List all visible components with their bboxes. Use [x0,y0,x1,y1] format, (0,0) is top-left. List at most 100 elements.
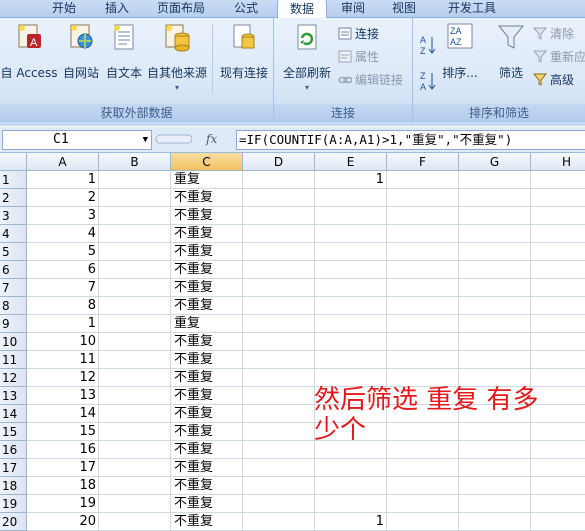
cell-g[interactable] [459,351,531,369]
existing-connections-button[interactable]: 现有连接 [216,22,272,96]
cell-b[interactable] [99,405,171,423]
cell-c[interactable]: 不重复 [171,423,243,441]
cell-g[interactable] [459,225,531,243]
cell-e[interactable]: 1 [315,513,387,531]
cell-c[interactable]: 不重复 [171,495,243,513]
cell-h[interactable] [531,513,585,531]
row-header[interactable]: 2 [0,189,27,207]
tab-review[interactable]: 审阅 [332,0,374,17]
cell-c[interactable]: 不重复 [171,225,243,243]
cell-b[interactable] [99,261,171,279]
cell-c[interactable]: 不重复 [171,189,243,207]
cell-b[interactable] [99,189,171,207]
cell-c[interactable]: 不重复 [171,387,243,405]
row-header[interactable]: 18 [0,477,27,495]
cell-a[interactable]: 5 [27,243,99,261]
tab-formulas[interactable]: 公式 [222,0,270,17]
column-header-g[interactable]: G [459,153,531,171]
row-header[interactable]: 14 [0,405,27,423]
cell-a[interactable]: 13 [27,387,99,405]
reapply-button[interactable]: 重新应 [532,48,585,66]
cell-e[interactable] [315,333,387,351]
cell-h[interactable] [531,459,585,477]
cell-a[interactable]: 7 [27,279,99,297]
cell-e[interactable] [315,459,387,477]
cell-d[interactable] [243,207,315,225]
clear-filter-button[interactable]: 清除 [532,25,574,43]
cell-c[interactable]: 不重复 [171,441,243,459]
cell-c[interactable]: 重复 [171,315,243,333]
cell-d[interactable] [243,189,315,207]
cell-a[interactable]: 1 [27,171,99,189]
cell-d[interactable] [243,225,315,243]
cell-f[interactable] [387,351,459,369]
cell-e[interactable] [315,243,387,261]
sort-button[interactable]: ZA AZ 排序... [441,22,479,96]
row-header[interactable]: 19 [0,495,27,513]
cell-d[interactable] [243,315,315,333]
cell-h[interactable] [531,351,585,369]
formula-input[interactable]: =IF(COUNTIF(A:A,A1)>1,"重复","不重复") [236,130,585,150]
cell-d[interactable] [243,171,315,189]
row-header[interactable]: 8 [0,297,27,315]
cell-g[interactable] [459,333,531,351]
connections-button[interactable]: 连接 [338,25,379,43]
cell-d[interactable] [243,351,315,369]
cell-h[interactable] [531,207,585,225]
cell-e[interactable]: 1 [315,171,387,189]
cell-c[interactable]: 重复 [171,171,243,189]
cell-h[interactable] [531,477,585,495]
cell-e[interactable] [315,477,387,495]
cell-e[interactable] [315,297,387,315]
row-header[interactable]: 3 [0,207,27,225]
cell-a[interactable]: 15 [27,423,99,441]
cell-c[interactable]: 不重复 [171,351,243,369]
row-header[interactable]: 5 [0,243,27,261]
sort-ascending-button[interactable]: AZ [419,34,437,56]
row-header[interactable]: 10 [0,333,27,351]
cell-b[interactable] [99,225,171,243]
select-all-corner[interactable] [0,153,27,171]
cell-f[interactable] [387,225,459,243]
cell-h[interactable] [531,279,585,297]
cell-d[interactable] [243,261,315,279]
cell-e[interactable] [315,279,387,297]
cell-b[interactable] [99,297,171,315]
cell-c[interactable]: 不重复 [171,243,243,261]
cell-b[interactable] [99,315,171,333]
cell-a[interactable]: 2 [27,189,99,207]
row-header[interactable]: 17 [0,459,27,477]
cell-b[interactable] [99,459,171,477]
chevron-down-icon[interactable]: ▼ [143,131,148,149]
cell-c[interactable]: 不重复 [171,207,243,225]
cell-e[interactable] [315,225,387,243]
cell-a[interactable]: 1 [27,315,99,333]
column-header-h[interactable]: H [531,153,585,171]
cell-g[interactable] [459,261,531,279]
cell-f[interactable] [387,207,459,225]
cell-e[interactable] [315,351,387,369]
advanced-filter-button[interactable]: 高级 [532,71,574,89]
cell-d[interactable] [243,297,315,315]
row-header[interactable]: 20 [0,513,27,531]
column-header-b[interactable]: B [99,153,171,171]
cell-e[interactable] [315,315,387,333]
edit-links-button[interactable]: 编辑链接 [338,71,403,89]
tab-developer[interactable]: 开发工具 [437,0,507,17]
row-header[interactable]: 15 [0,423,27,441]
column-header-e[interactable]: E [315,153,387,171]
cell-h[interactable] [531,171,585,189]
insert-function-button[interactable]: fx [206,130,232,148]
cell-b[interactable] [99,513,171,531]
cell-c[interactable]: 不重复 [171,477,243,495]
column-header-c[interactable]: C [171,153,243,171]
from-other-sources-button[interactable]: 自其他来源 ▾ [146,22,208,96]
cell-g[interactable] [459,297,531,315]
properties-button[interactable]: 属性 [338,48,379,66]
row-header[interactable]: 1 [0,171,27,189]
cell-f[interactable] [387,315,459,333]
tab-insert[interactable]: 插入 [93,0,141,17]
cell-a[interactable]: 16 [27,441,99,459]
cell-d[interactable] [243,423,315,441]
cell-b[interactable] [99,333,171,351]
